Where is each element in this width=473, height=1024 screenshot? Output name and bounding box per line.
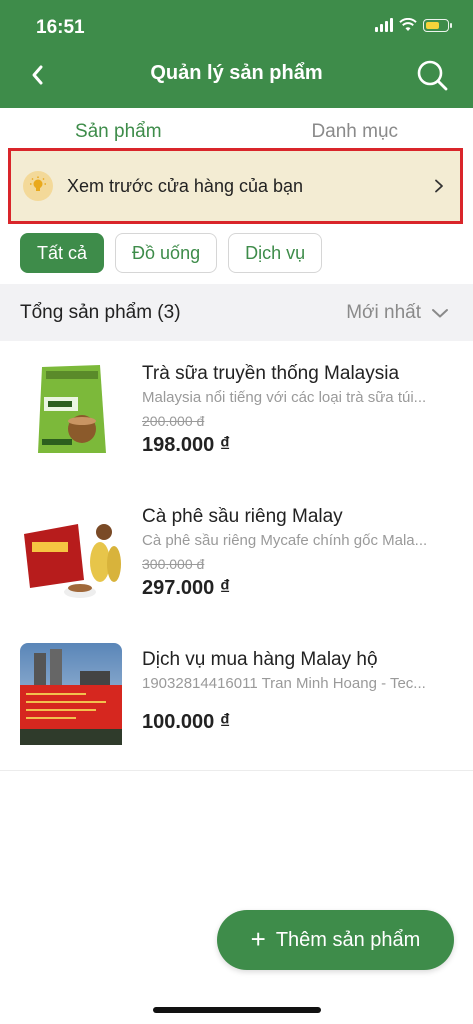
plus-icon: + <box>250 924 266 954</box>
add-product-label: Thêm sản phẩm <box>275 928 421 951</box>
signal-icon <box>375 18 393 32</box>
product-name: Trà sữa truyền thống Malaysia <box>142 363 400 384</box>
product-item[interactable]: Trà sữa truyền thống Malaysia Malaysia n… <box>0 341 473 485</box>
product-price: 297.000 ₫ <box>142 577 231 599</box>
store-preview-banner[interactable]: Xem trước cửa hàng của bạn <box>8 148 463 224</box>
sort-dropdown[interactable]: Mới nhất <box>346 302 449 324</box>
filter-chip-services[interactable]: Dịch vụ <box>228 233 323 273</box>
home-indicator <box>153 1007 321 1013</box>
product-name: Cà phê sầu riêng Malay <box>142 506 343 527</box>
status-time: 16:51 <box>36 17 85 38</box>
battery-icon <box>423 18 452 32</box>
filter-chip-all[interactable]: Tất cả <box>20 233 105 273</box>
product-description: Cà phê sầu riêng Mycafe chính gốc Mala..… <box>142 532 428 549</box>
total-products-label: Tổng sản phẩm (3) <box>20 301 181 323</box>
filter-chip-drinks[interactable]: Đồ uống <box>115 233 218 273</box>
product-description: Malaysia nổi tiếng với các loại trà sữa … <box>142 389 427 406</box>
product-price: 100.000 ₫ <box>142 711 231 733</box>
page-title: Quản lý sản phẩm <box>150 62 323 84</box>
chevron-right-icon <box>435 179 443 193</box>
product-image <box>20 357 122 459</box>
status-icons <box>375 18 452 32</box>
chevron-down-icon <box>432 308 448 317</box>
product-item[interactable]: Dịch vụ mua hàng Malay hộ 19032814416011… <box>0 627 473 771</box>
product-old-price: 200.000 đ <box>142 413 205 429</box>
product-name: Dịch vụ mua hàng Malay hộ <box>142 649 378 670</box>
product-old-price: 300.000 đ <box>142 556 205 572</box>
product-price: 198.000 ₫ <box>142 434 231 456</box>
product-image <box>20 500 122 602</box>
product-image <box>20 643 122 745</box>
sort-label: Mới nhất <box>346 301 421 323</box>
store-preview-label: Xem trước cửa hàng của bạn <box>67 175 304 196</box>
lightbulb-icon <box>23 171 53 201</box>
product-summary-bar: Tổng sản phẩm (3) Mới nhất <box>0 284 473 341</box>
search-button[interactable] <box>415 58 451 94</box>
wifi-icon <box>399 18 417 31</box>
filter-chips: Tất cả Đồ uống Dịch vụ <box>20 233 323 273</box>
add-product-button[interactable]: + Thêm sản phẩm <box>217 910 454 970</box>
product-item[interactable]: Cà phê sầu riêng Malay Cà phê sầu riêng … <box>0 484 473 628</box>
product-description: 19032814416011 Tran Minh Hoang - Tec... <box>142 675 426 692</box>
search-icon <box>417 60 448 91</box>
app-header: 16:51 Quản lý sản phẩm <box>0 0 473 108</box>
